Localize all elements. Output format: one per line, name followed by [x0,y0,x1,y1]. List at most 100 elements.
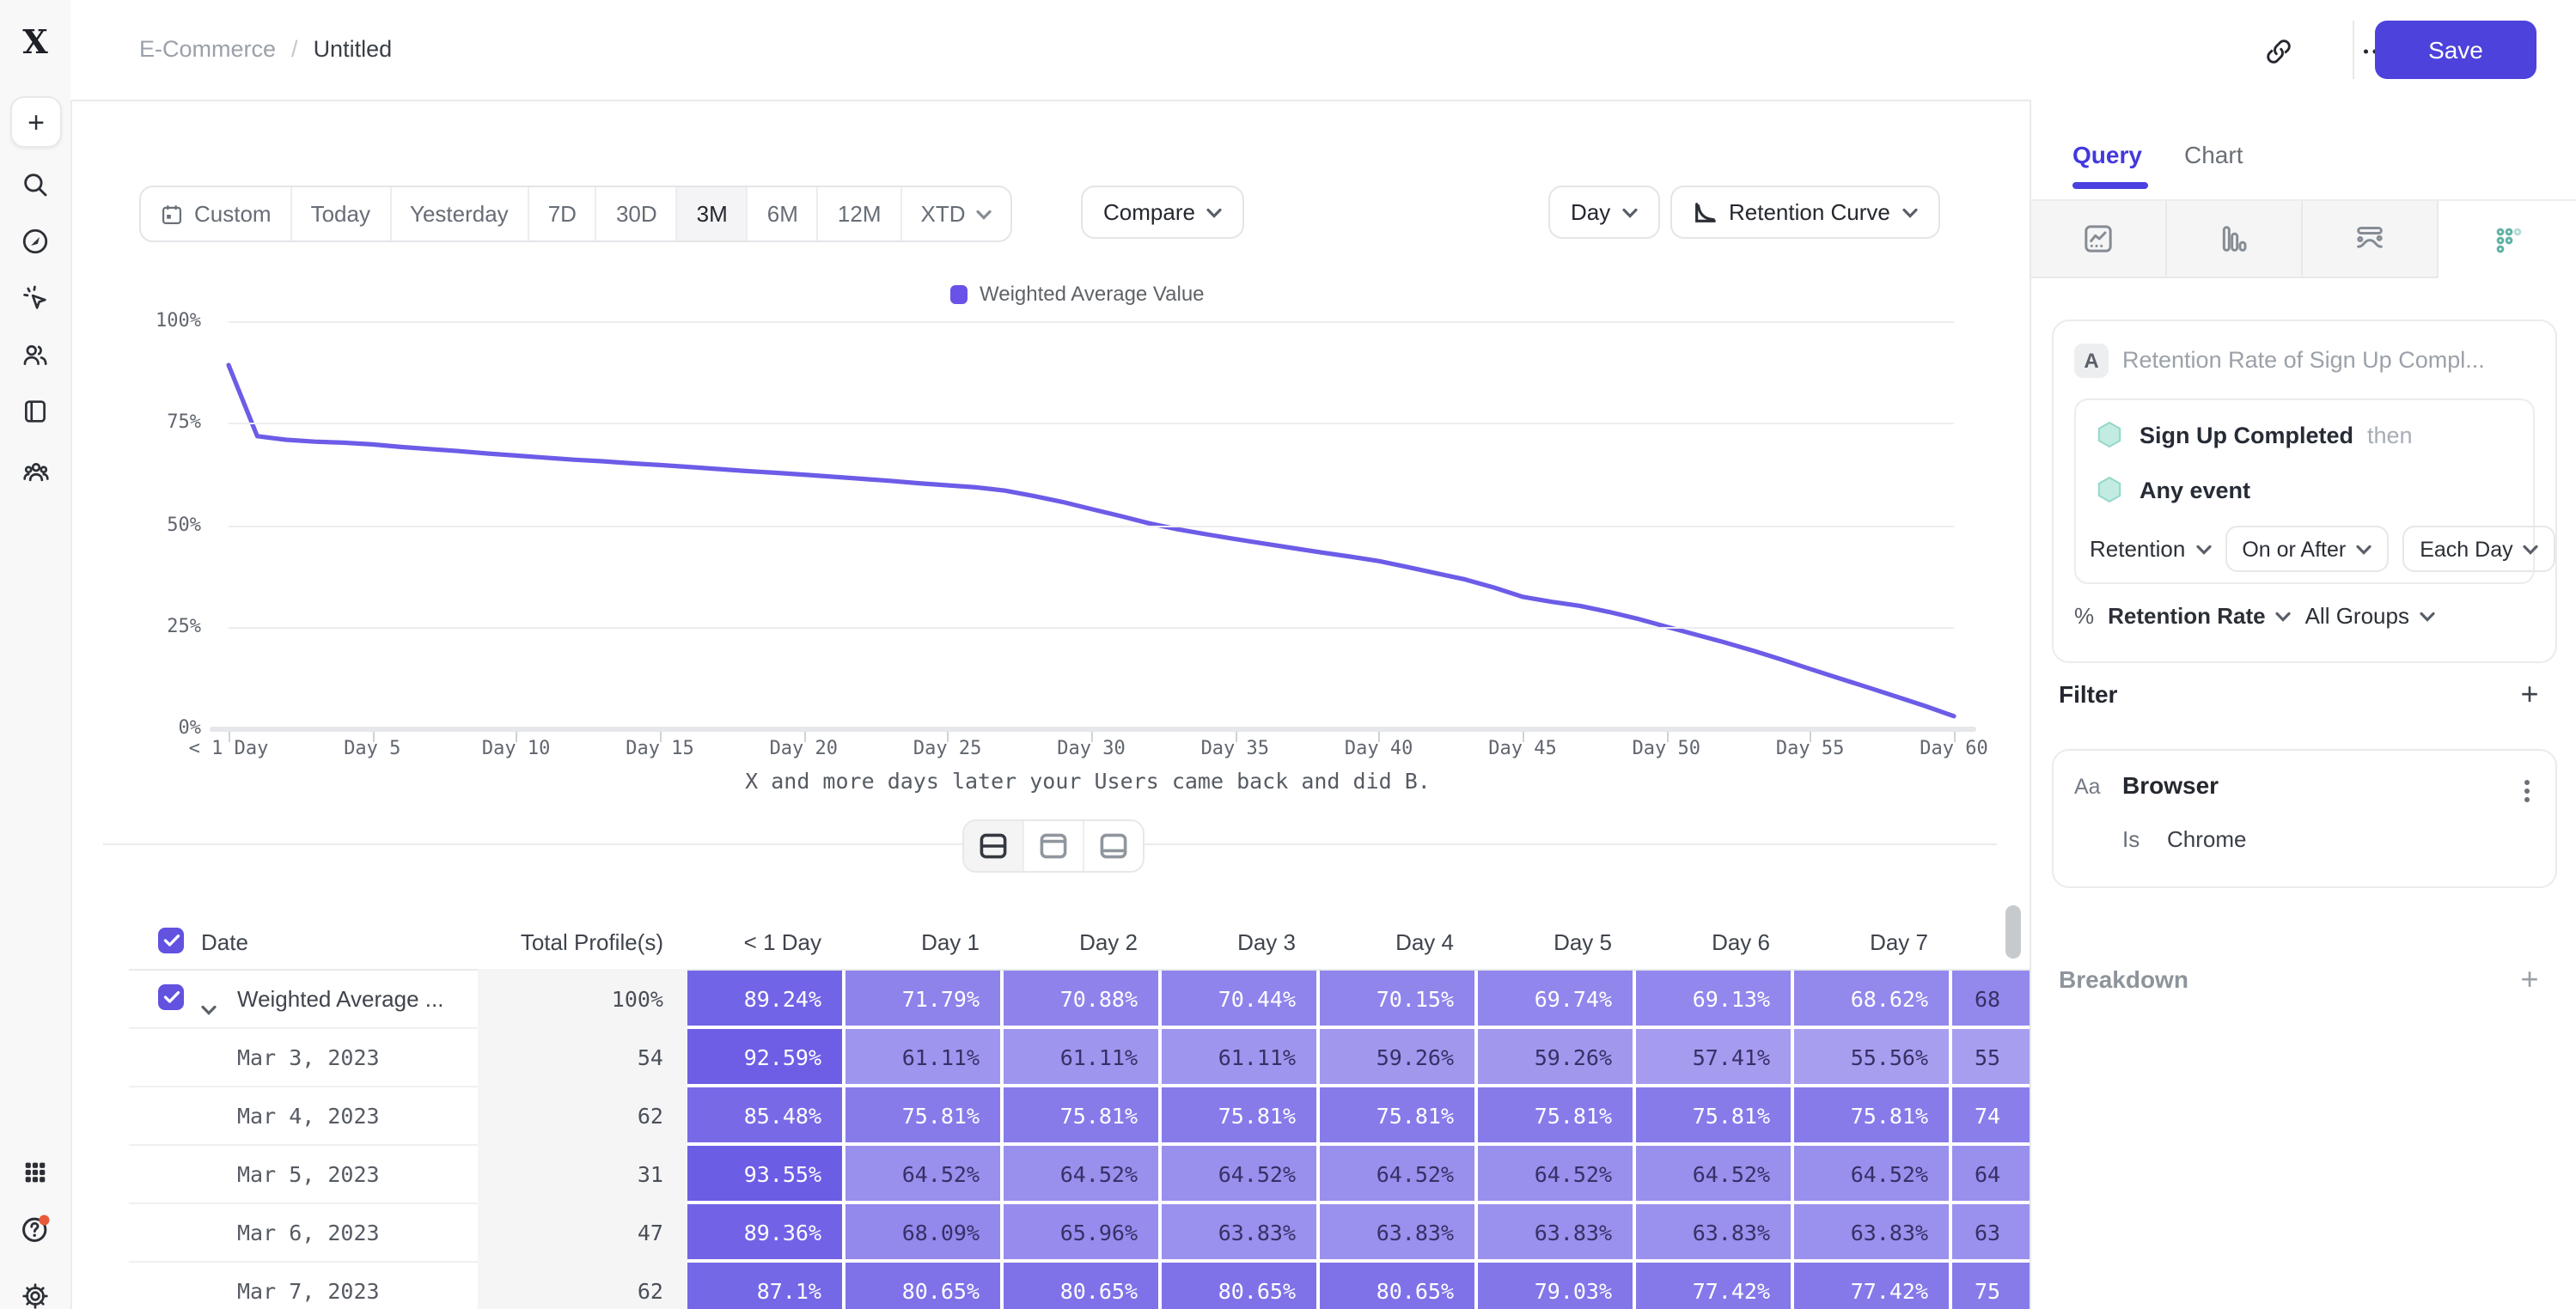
help-icon[interactable] [0,1204,70,1252]
select-all-checkbox[interactable] [158,928,184,953]
tab-chart[interactable]: Chart [2184,141,2243,168]
cell-retention-value[interactable]: 59.26% [1478,1029,1633,1084]
filter-property[interactable]: Browser [2122,771,2219,799]
cell-retention-value[interactable]: 63.83% [1320,1204,1474,1259]
cell-retention-value[interactable]: 75.81% [1320,1087,1474,1142]
users-icon[interactable] [0,330,70,378]
flows-report-tab[interactable] [2303,201,2439,278]
filter-value[interactable]: Chrome [2167,826,2247,852]
range-button-6m[interactable]: 6M [747,187,817,240]
cell-retention-value[interactable]: 61.11% [845,1029,1000,1084]
add-filter-button[interactable]: + [2512,677,2547,711]
apps-grid-icon[interactable] [0,1148,70,1196]
expand-chevron-icon[interactable] [201,993,217,1024]
chart-legend[interactable]: Weighted Average Value [950,282,1205,306]
query-title[interactable]: Retention Rate of Sign Up Compl... [2122,347,2535,373]
cell-retention-value[interactable]: 71.79% [845,971,1000,1026]
range-button-3m[interactable]: 3M [676,187,747,240]
row-label-average[interactable]: Weighted Average ... [237,969,443,1027]
cell-retention-value[interactable]: 63.83% [1478,1204,1633,1259]
cell-retention-value[interactable]: 69.74% [1478,971,1633,1026]
range-button-yesterday[interactable]: Yesterday [389,187,528,240]
cell-retention-value[interactable]: 68.09% [845,1204,1000,1259]
cell-retention-value[interactable]: 65.96% [1004,1204,1158,1259]
retention-report-tab[interactable] [2439,201,2576,278]
cell-retention-value[interactable]: 75.81% [1794,1087,1949,1142]
each-day-dropdown[interactable]: Each Day [2402,526,2555,572]
search-icon[interactable] [0,160,70,208]
granularity-dropdown[interactable]: Day [1548,186,1660,239]
tab-query[interactable]: Query [2072,141,2142,168]
cell-retention-value[interactable]: 92.59% [687,1029,842,1084]
cell-retention-value[interactable]: 59.26% [1320,1029,1474,1084]
filter-operator[interactable]: Is [2122,826,2140,852]
cell-retention-value[interactable]: 87.1% [687,1263,842,1309]
app-logo-icon[interactable]: X [0,24,70,62]
cell-retention-value[interactable]: 85.48% [687,1087,842,1142]
cell-retention-value[interactable]: 70.44% [1162,971,1316,1026]
range-button-today[interactable]: Today [290,187,389,240]
breadcrumb-parent[interactable]: E-Commerce [139,36,276,62]
create-new-button[interactable]: + [10,96,62,148]
cell-retention-value[interactable]: 80.65% [845,1263,1000,1309]
event-step-row[interactable]: Sign Up Completed then [2097,421,2413,448]
cell-retention-value-clipped[interactable]: 63 [1952,1204,2030,1259]
row-checkbox[interactable] [158,984,184,1010]
settings-gear-icon[interactable] [0,1271,70,1309]
explore-compass-icon[interactable] [0,216,70,265]
layout-table-only-button[interactable] [1083,821,1143,871]
column-header[interactable]: < 1 Day [687,914,845,969]
cell-retention-value[interactable]: 75.81% [1478,1087,1633,1142]
cell-retention-value[interactable]: 64.52% [1320,1146,1474,1201]
cell-retention-value[interactable]: 75.81% [1636,1087,1791,1142]
cell-retention-value[interactable]: 69.13% [1636,971,1791,1026]
column-header[interactable]: Day 4 [1320,914,1478,969]
return-event-name[interactable]: Any event [2140,477,2250,502]
column-header[interactable]: Total Profile(s) [478,914,687,969]
cell-retention-value[interactable]: 64.52% [1004,1146,1158,1201]
cell-retention-value[interactable]: 64.52% [1478,1146,1633,1201]
cell-retention-value[interactable]: 89.24% [687,971,842,1026]
layout-split-button[interactable] [964,821,1022,871]
cell-retention-value[interactable]: 64.52% [1636,1146,1791,1201]
cell-retention-value[interactable]: 57.41% [1636,1029,1791,1084]
event-step-row[interactable]: Any event [2097,476,2250,503]
column-header[interactable]: Day 7 [1794,914,1952,969]
insights-report-tab[interactable] [2031,201,2167,278]
cell-retention-value[interactable]: 79.03% [1478,1263,1633,1309]
metric-dropdown[interactable]: Retention Rate [2108,603,2291,629]
cell-retention-value[interactable]: 70.88% [1004,971,1158,1026]
cell-retention-value[interactable]: 70.15% [1320,971,1474,1026]
horizontal-scrollbar-thumb[interactable] [2005,905,2021,959]
filter-options-kebab-icon[interactable] [2514,775,2538,806]
column-header[interactable]: Day 3 [1162,914,1320,969]
cell-retention-value[interactable]: 80.65% [1162,1263,1316,1309]
groups-dropdown[interactable]: All Groups [2305,603,2435,629]
cell-retention-value-clipped[interactable]: 74 [1952,1087,2030,1142]
first-event-name[interactable]: Sign Up Completed [2140,422,2353,447]
cell-retention-value[interactable]: 64.52% [1794,1146,1949,1201]
cell-retention-value[interactable]: 80.65% [1004,1263,1158,1309]
cell-retention-value[interactable]: 77.42% [1794,1263,1949,1309]
column-header[interactable]: Day 2 [1004,914,1162,969]
cell-retention-value[interactable]: 75.81% [845,1087,1000,1142]
add-breakdown-button[interactable]: + [2512,962,2547,996]
cell-retention-value[interactable]: 61.11% [1162,1029,1316,1084]
cell-retention-value[interactable]: 63.83% [1794,1204,1949,1259]
column-header[interactable]: Day 5 [1478,914,1636,969]
compare-dropdown[interactable]: Compare [1081,186,1245,239]
range-button-7d[interactable]: 7D [528,187,595,240]
cell-retention-value-clipped[interactable]: 64 [1952,1146,2030,1201]
cell-retention-value[interactable]: 55.56% [1794,1029,1949,1084]
cell-retention-value[interactable]: 80.65% [1320,1263,1474,1309]
cell-retention-value[interactable]: 75.81% [1004,1087,1158,1142]
cohorts-group-icon[interactable] [0,447,70,495]
retention-type-dropdown[interactable]: Retention [2090,536,2211,562]
copy-link-icon[interactable] [2260,33,2298,70]
layout-chart-only-button[interactable] [1022,821,1083,871]
funnels-report-tab[interactable] [2167,201,2303,278]
range-button-xtd[interactable]: XTD [900,187,1010,240]
cell-retention-value-clipped[interactable]: 55 [1952,1029,2030,1084]
on-or-after-dropdown[interactable]: On or After [2225,526,2389,572]
cell-retention-value-clipped[interactable]: 68 [1952,971,2030,1026]
